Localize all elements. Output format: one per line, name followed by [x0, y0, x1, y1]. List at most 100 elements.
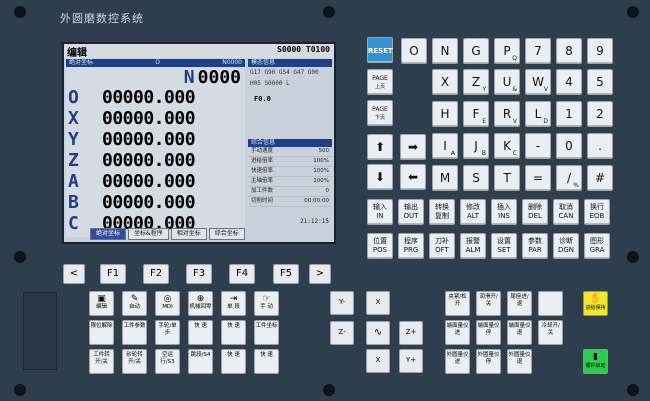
key-S[interactable]: S — [463, 165, 489, 191]
rapid-key[interactable]: ∿ — [366, 321, 390, 345]
cursor-up-button[interactable]: ⬆ — [367, 134, 393, 160]
key-7[interactable]: 7 — [525, 38, 551, 64]
machine-key[interactable]: 砂轮转 开/关 — [122, 349, 147, 374]
key-I[interactable]: IA — [432, 133, 458, 159]
machine-key[interactable]: 工件转 开/关 — [89, 349, 114, 374]
key-can[interactable]: 取消 CAN — [553, 199, 579, 225]
softkey[interactable]: 绝对坐标 — [90, 228, 127, 240]
key-=[interactable]: = — [525, 165, 551, 191]
key-X[interactable]: X — [432, 69, 458, 95]
key-T[interactable]: T — [494, 165, 520, 191]
key-Z[interactable]: ZY — [463, 69, 489, 95]
machine-key[interactable]: 手轮/单步 — [155, 320, 180, 345]
aux-key[interactable]: 端面量仪进 — [445, 320, 470, 345]
key-eob[interactable]: 换行 EOB — [584, 199, 610, 225]
softkey[interactable]: 坐标&程序 — [128, 228, 169, 240]
fkey-2[interactable]: F2 — [143, 264, 169, 284]
key-H[interactable]: H — [432, 101, 458, 127]
cursor-right-button[interactable]: ➡ — [400, 134, 426, 160]
key-L[interactable]: LD — [525, 101, 551, 127]
key-0[interactable]: 0 — [556, 133, 582, 159]
machine-key[interactable]: 跳段/S4 — [188, 349, 213, 374]
machine-key[interactable]: ☞ 手 动 — [254, 291, 279, 316]
machine-key[interactable]: ▣ 编辑 — [89, 291, 114, 316]
fkey-0[interactable]: < — [63, 264, 85, 284]
key-F[interactable]: FE — [463, 101, 489, 127]
machine-key[interactable]: 快 速 — [254, 349, 279, 374]
key-9[interactable]: 9 — [587, 38, 613, 64]
jog-key[interactable]: Z+ — [399, 321, 423, 345]
machine-key[interactable]: ✎ 自动 — [122, 291, 147, 316]
cursor-down-button[interactable]: ⬇ — [367, 164, 393, 190]
key-alt[interactable]: 修改 ALT — [460, 199, 486, 225]
page-up-button[interactable]: PAGE 上页 — [367, 69, 393, 95]
key-del[interactable]: 删除 DEL — [522, 199, 548, 225]
reset-button[interactable]: RESET — [367, 37, 393, 63]
machine-key[interactable]: 快 速 — [221, 349, 246, 374]
jog-key[interactable]: X — [366, 349, 390, 373]
machine-key[interactable]: 工件坐标 — [254, 320, 279, 345]
key-oft[interactable]: 刀补 OFT — [429, 233, 455, 259]
key-dgn[interactable]: 诊断 DGN — [553, 233, 579, 259]
aux-key[interactable]: 尾座进/退 — [507, 291, 532, 316]
cycle-start-button[interactable]: ▮ 循环启动 — [583, 349, 608, 374]
blank-key[interactable] — [538, 291, 563, 316]
machine-key[interactable]: ⇥ 单 段 — [221, 291, 246, 316]
key-O[interactable]: O — [401, 38, 427, 64]
fkey-1[interactable]: F1 — [100, 264, 126, 284]
key-prg[interactable]: 程序 PRG — [398, 233, 424, 259]
key-in[interactable]: 输入 IN — [367, 199, 393, 225]
key-W[interactable]: WV — [525, 69, 551, 95]
key-P[interactable]: PQ — [494, 38, 520, 64]
key-K[interactable]: KC — [494, 133, 520, 159]
jog-key[interactable]: Z- — [330, 321, 354, 345]
key-/[interactable]: /% — [556, 165, 582, 191]
jog-key[interactable]: Y- — [330, 291, 354, 315]
fkey-3[interactable]: F3 — [186, 264, 212, 284]
key-set[interactable]: 设置 SET — [491, 233, 517, 259]
softkey[interactable]: 相对坐标 — [170, 228, 207, 240]
page-down-button[interactable]: PAGE 下页 — [367, 100, 393, 126]
key-5[interactable]: 5 — [587, 69, 613, 95]
feed-hold-button[interactable]: ✋ 进给保持 — [583, 291, 608, 316]
jog-key[interactable]: X — [366, 291, 390, 315]
machine-key[interactable]: 快 速 — [188, 320, 213, 345]
key-.[interactable]: . — [587, 133, 613, 159]
key-N[interactable]: N — [432, 38, 458, 64]
key-4[interactable]: 4 — [556, 69, 582, 95]
cursor-left-button[interactable]: ⬅ — [400, 164, 426, 190]
fkey-6[interactable]: > — [309, 264, 331, 284]
aux-key[interactable]: 外圆量仪退 — [507, 349, 532, 374]
machine-key[interactable]: ⊕ 机械回零 — [188, 291, 213, 316]
key-U[interactable]: U & — [494, 69, 520, 95]
machine-key[interactable]: ◎ MDI — [155, 291, 180, 316]
key-#[interactable]: # — [587, 165, 613, 191]
fkey-5[interactable]: F5 — [273, 264, 299, 284]
aux-key[interactable]: 端面量仪退 — [507, 320, 532, 345]
aux-key[interactable]: 夹紧/松开 — [445, 291, 470, 316]
key--[interactable]: - — [525, 133, 551, 159]
key-R[interactable]: RV — [494, 101, 520, 127]
aux-key[interactable]: 端面量仪停 — [476, 320, 501, 345]
aux-key[interactable]: 冷却开/关 — [538, 320, 563, 345]
key-alm[interactable]: 报警 ALM — [460, 233, 486, 259]
aux-key[interactable]: 外圆量仪进 — [445, 349, 470, 374]
jog-key[interactable]: Y+ — [399, 349, 423, 373]
key-G[interactable]: G — [463, 38, 489, 64]
key-out[interactable]: 输出 OUT — [398, 199, 424, 225]
softkey[interactable]: 综合坐标 — [208, 228, 245, 240]
machine-key[interactable]: 快 速 — [221, 320, 246, 345]
fkey-4[interactable]: F4 — [229, 264, 255, 284]
key-8[interactable]: 8 — [556, 38, 582, 64]
key-2[interactable]: 2 — [587, 101, 613, 127]
key-M[interactable]: M — [432, 165, 458, 191]
key-1[interactable]: 1 — [556, 101, 582, 127]
key-pos[interactable]: 位置 POS — [367, 233, 393, 259]
key-ins[interactable]: 插入 INS — [491, 199, 517, 225]
machine-key[interactable]: 限位解除 — [89, 320, 114, 345]
machine-key[interactable]: 工件参数 — [122, 320, 147, 345]
aux-key[interactable]: 润滑开/关 — [476, 291, 501, 316]
aux-key[interactable]: 外圆量仪停 — [476, 349, 501, 374]
key-par[interactable]: 参数 PAR — [522, 233, 548, 259]
key-gra[interactable]: 图形 GRA — [584, 233, 610, 259]
